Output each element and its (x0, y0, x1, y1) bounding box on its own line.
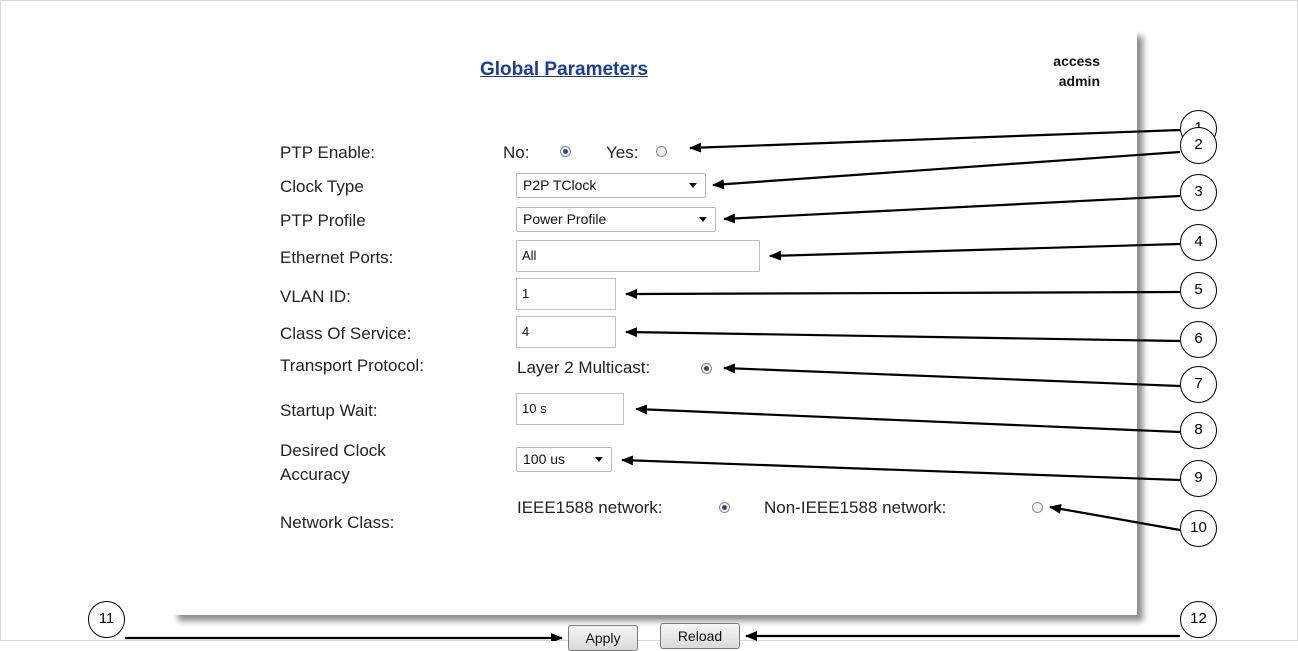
callout-6: 6 (1180, 321, 1217, 358)
callout-arrow-5 (625, 288, 1181, 299)
callout-8: 8 (1180, 412, 1217, 449)
callout-arrow-2 (712, 150, 1181, 190)
callout-arrow-1 (689, 128, 1181, 153)
callout-5: 5 (1180, 272, 1217, 309)
callout-4: 4 (1180, 224, 1217, 261)
callout-9: 9 (1180, 460, 1217, 497)
callout-2: 2 (1180, 127, 1217, 164)
callout-3: 3 (1180, 174, 1217, 211)
callout-arrow-7 (723, 363, 1181, 388)
callout-10: 10 (1180, 510, 1217, 547)
callout-11: 11 (88, 601, 125, 638)
callout-arrow-4 (769, 242, 1181, 261)
callout-arrow-10 (1049, 503, 1181, 532)
callout-arrow-6 (625, 327, 1181, 343)
callout-12: 12 (1180, 601, 1217, 638)
callout-arrow-8 (635, 404, 1181, 434)
callout-arrow-9 (621, 455, 1181, 482)
callout-7: 7 (1180, 366, 1217, 403)
callout-arrows (125, 128, 1181, 641)
callout-arrow-3 (723, 194, 1181, 224)
